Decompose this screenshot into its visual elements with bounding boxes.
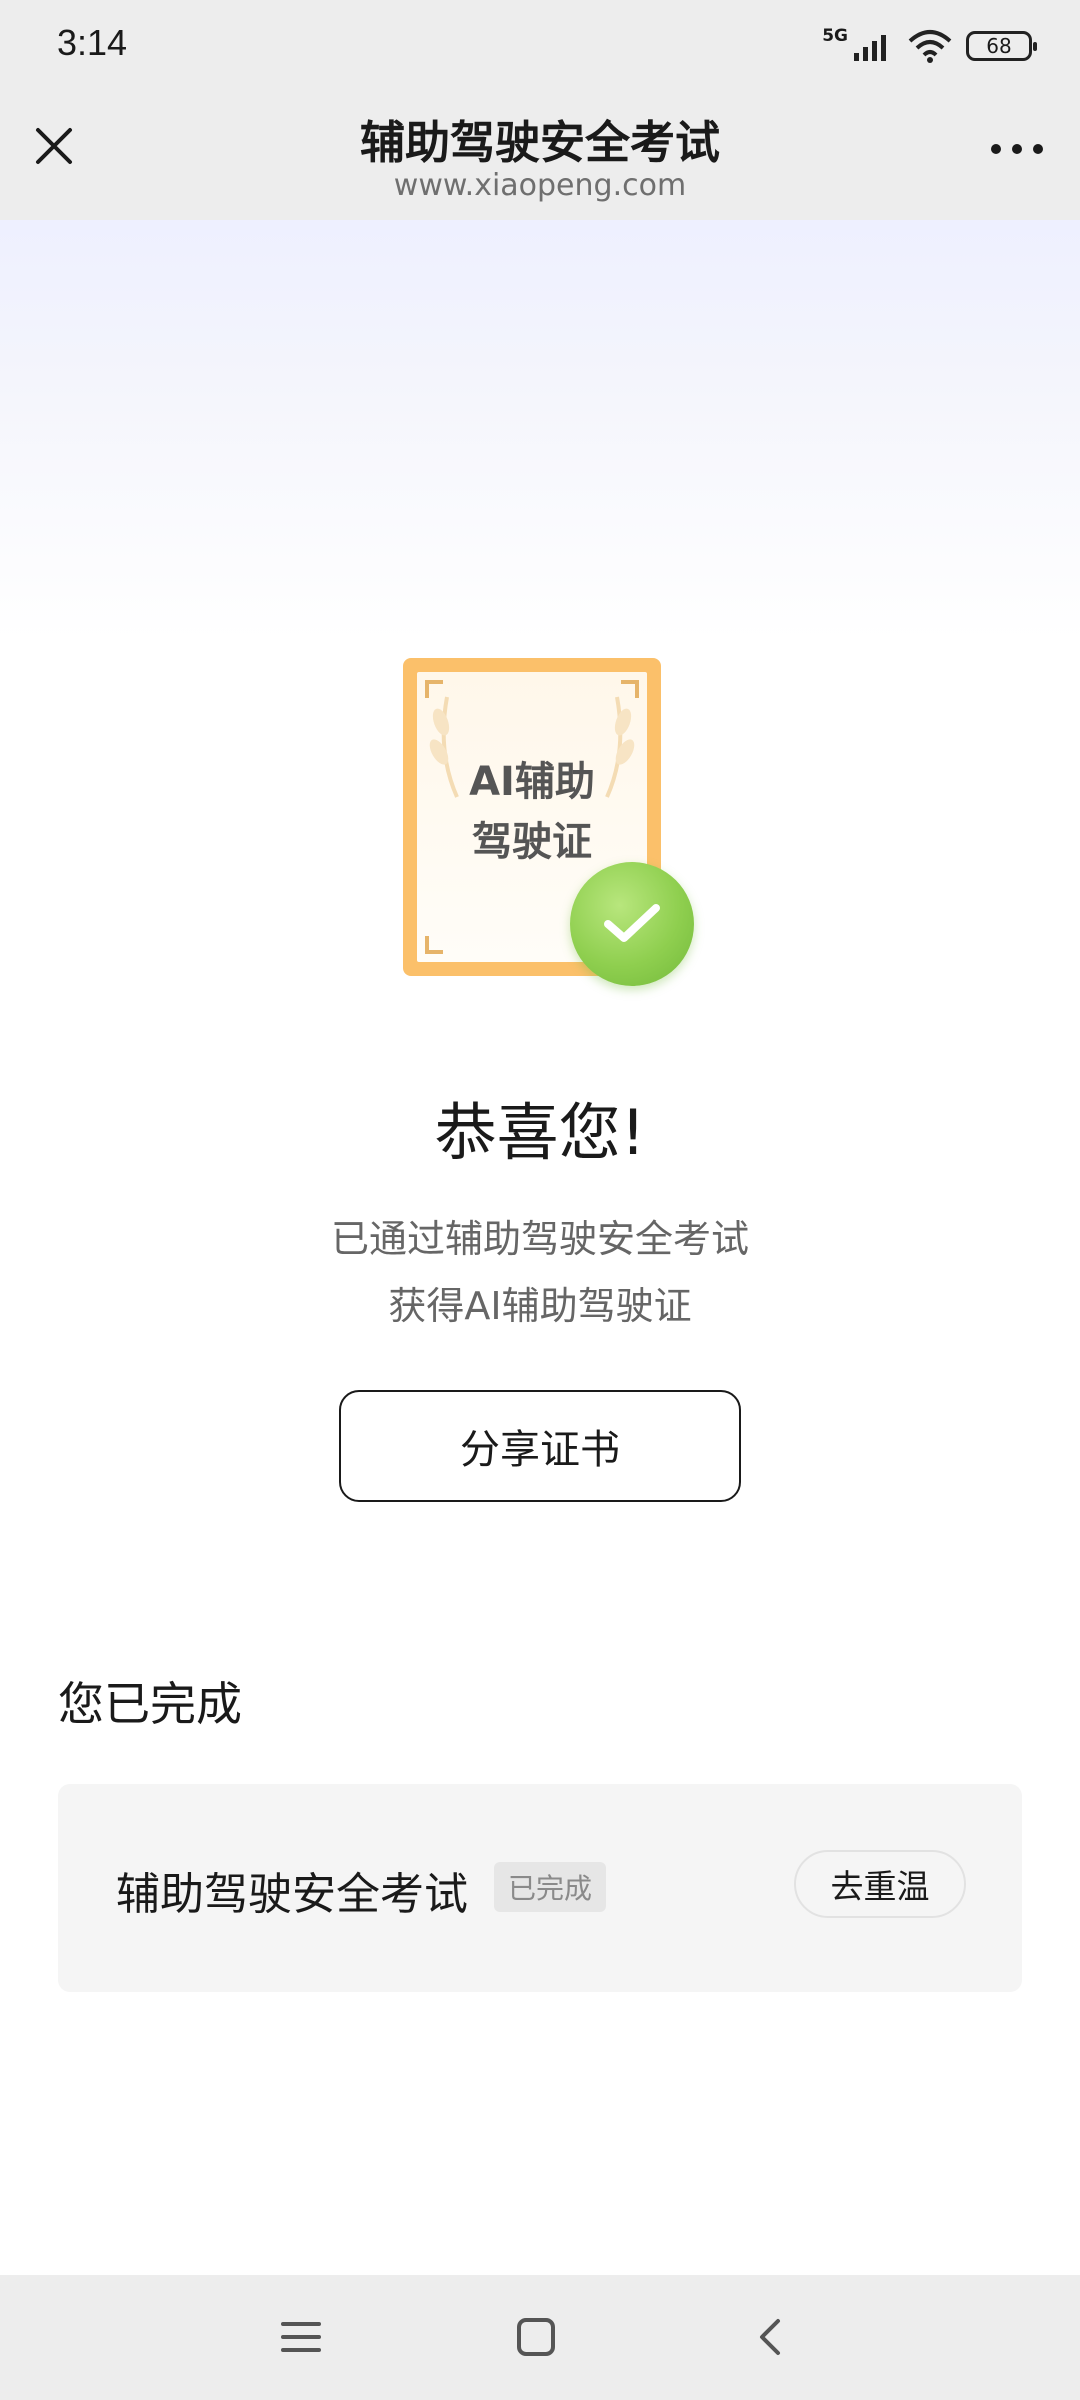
certificate-text: AI辅助 驾驶证	[417, 752, 647, 872]
back-icon[interactable]	[750, 2315, 794, 2359]
check-badge-icon	[570, 862, 694, 986]
certificate-line2: 驾驶证	[472, 819, 592, 865]
battery-icon: 68	[966, 31, 1037, 61]
completed-section-title: 您已完成	[58, 1677, 242, 1731]
checkmark-icon	[604, 904, 660, 942]
page-url: www.xiaopeng.com	[393, 168, 687, 203]
signal-icon	[854, 35, 886, 61]
result-line-1: 已通过辅助驾驶安全考试	[330, 1217, 749, 1261]
result-line-2: 获得AI辅助驾驶证	[388, 1284, 692, 1328]
page-title: 辅助驾驶安全考试	[359, 116, 720, 169]
battery-level: 68	[986, 34, 1012, 58]
share-certificate-button[interactable]: 分享证书	[339, 1390, 741, 1502]
congrats-heading: 恭喜您!	[434, 1096, 646, 1169]
status-bar: 3:14 5G 68	[0, 0, 1080, 90]
corner-decoration	[425, 936, 443, 954]
task-name: 辅助驾驶安全考试	[116, 1869, 468, 1920]
more-icon[interactable]	[989, 142, 1045, 156]
title-bar: 辅助驾驶安全考试 www.xiaopeng.com	[0, 90, 1080, 220]
completed-task-card: 辅助驾驶安全考试 已完成 去重温	[58, 1784, 1022, 1992]
certificate-line1: AI辅助	[469, 759, 595, 805]
main-content: AI辅助 驾驶证 恭喜您! 已通过辅助驾驶安全考试 获得AI辅助驾驶证 分享证书…	[0, 220, 1080, 2275]
network-type: 5G	[822, 26, 848, 46]
status-time: 3:14	[57, 22, 128, 63]
status-icons: 5G 68	[822, 26, 1037, 66]
status-badge: 已完成	[494, 1862, 607, 1912]
menu-icon[interactable]	[279, 2315, 323, 2359]
wifi-icon	[908, 30, 952, 63]
home-icon[interactable]	[514, 2315, 558, 2359]
system-nav-bar	[0, 2275, 1080, 2400]
review-button[interactable]: 去重温	[794, 1850, 966, 1918]
